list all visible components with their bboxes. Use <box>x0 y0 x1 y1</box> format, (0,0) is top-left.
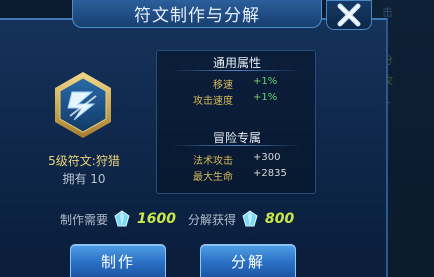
attribute-value: +2835 <box>253 168 287 179</box>
attribute-panel: 通用属性 移速 +1% 攻击速度 +1% 冒险专属 法术攻击 +300 最大生命… <box>156 50 316 194</box>
dialog-title-bar: 符文制作与分解 <box>72 0 322 28</box>
make-button[interactable]: 制作 <box>70 244 166 277</box>
close-icon <box>337 3 361 27</box>
adventure-attributes-title: 冒险专属 <box>212 131 261 145</box>
split-gain-value: 800 <box>265 211 295 227</box>
split-gain: 分解获得 800 <box>188 208 294 230</box>
attribute-key: 法术攻击 <box>193 156 233 167</box>
attribute-row: 移速 +1% <box>157 76 317 91</box>
attribute-key: 攻击速度 <box>193 96 233 107</box>
close-button[interactable] <box>326 0 372 30</box>
divider <box>171 70 301 71</box>
attribute-value: +300 <box>253 152 281 163</box>
rune-emblem-icon <box>55 72 111 138</box>
make-cost: 制作需要 1600 <box>60 208 176 230</box>
crystal-gem-icon <box>242 210 258 227</box>
dialog-title: 符文制作与分解 <box>134 6 260 26</box>
general-attributes-title: 通用属性 <box>212 56 261 70</box>
attribute-row: 最大生命 +2835 <box>157 168 317 183</box>
split-button[interactable]: 分解 <box>200 244 296 277</box>
make-button-label: 制作 <box>100 252 135 271</box>
split-gain-label: 分解获得 <box>188 212 237 227</box>
rune-owned-count: 拥有 10 <box>62 172 106 186</box>
attribute-key: 移速 <box>213 80 233 91</box>
divider <box>171 145 301 146</box>
make-cost-label: 制作需要 <box>60 212 109 227</box>
attribute-row: 攻击速度 +1% <box>157 92 317 107</box>
make-cost-value: 1600 <box>137 211 176 227</box>
split-button-label: 分解 <box>230 252 265 271</box>
attribute-key: 最大生命 <box>193 172 233 183</box>
attribute-value: +1% <box>253 76 278 87</box>
attribute-row: 法术攻击 +300 <box>157 152 317 167</box>
attribute-value: +1% <box>253 92 278 103</box>
rune-name: 5级符文:狩猎 <box>48 154 120 168</box>
crystal-gem-icon <box>114 210 130 227</box>
